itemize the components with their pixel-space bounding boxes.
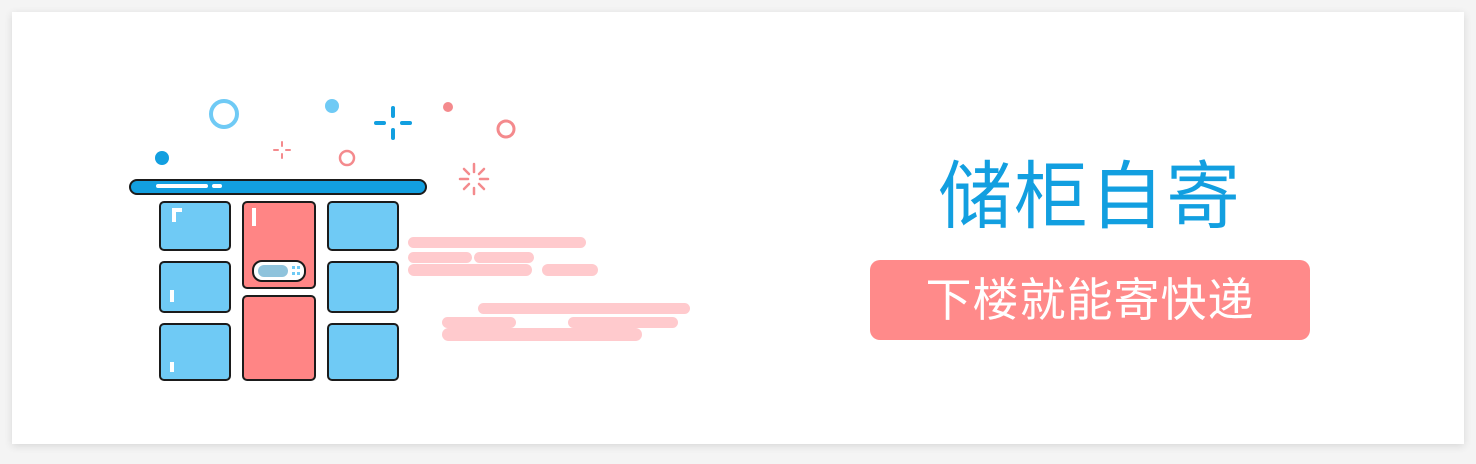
dot-icon	[155, 151, 169, 165]
circle-icon	[209, 99, 239, 129]
banner-card[interactable]: 储柜自寄 下楼就能寄快递	[12, 12, 1464, 444]
circle-icon	[338, 149, 356, 167]
sparkle-icon	[273, 141, 291, 159]
parcel-locker-icon	[129, 179, 427, 381]
sparkle-icon	[374, 106, 412, 140]
sparkle-icon	[458, 162, 490, 196]
dot-icon	[325, 99, 339, 113]
banner-title: 储柜自寄	[938, 154, 1242, 240]
send-parcel-button[interactable]: 下楼就能寄快递	[870, 260, 1310, 340]
speed-lines	[408, 237, 690, 341]
circle-icon	[496, 119, 516, 139]
parcel-locker-illustration	[129, 99, 690, 381]
dot-icon	[443, 102, 453, 112]
